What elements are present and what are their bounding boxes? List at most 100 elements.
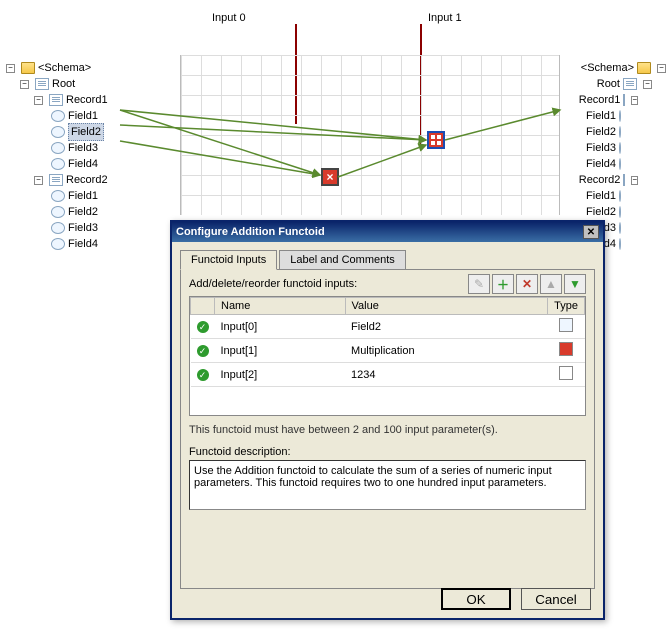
dialog-tabs: Functoid Inputs Label and Comments (180, 250, 595, 269)
record2-node[interactable]: Record2 (66, 172, 108, 188)
description-text: Use the Addition functoid to calculate t… (194, 465, 552, 489)
field-node[interactable]: Field4 (68, 236, 98, 252)
field-icon (619, 110, 621, 122)
field-node[interactable]: Field1 (68, 188, 98, 204)
field-node[interactable]: Field1 (68, 108, 98, 124)
record-icon (49, 94, 63, 106)
record1-node[interactable]: Record1 (66, 92, 108, 108)
delete-input-button[interactable]: ✕ (516, 274, 538, 294)
tab-functoid-inputs[interactable]: Functoid Inputs (180, 250, 277, 270)
type-icon (559, 366, 573, 380)
plus-icon (431, 135, 441, 145)
cell-value: Field2 (345, 315, 548, 339)
field-icon (51, 158, 65, 170)
expander-icon[interactable]: − (631, 96, 638, 105)
field-node[interactable]: Field3 (68, 220, 98, 236)
record-icon (623, 78, 637, 90)
source-schema-tree[interactable]: −<Schema> −Root −Record1 Field1 Field2 F… (6, 60, 176, 252)
col-type[interactable]: Type (548, 298, 585, 315)
expander-icon[interactable]: − (631, 176, 638, 185)
folder-icon (637, 62, 651, 74)
move-down-button[interactable]: ▼ (564, 274, 586, 294)
callout-input-1: Input 1 (428, 12, 462, 24)
field-node[interactable]: Field1 (586, 188, 616, 204)
col-name[interactable]: Name (215, 298, 346, 315)
table-row[interactable]: ✓ Input[1] Multiplication (191, 339, 585, 363)
multiplication-functoid[interactable]: × (321, 168, 339, 186)
field-icon (51, 126, 65, 138)
folder-icon (21, 62, 35, 74)
root-node[interactable]: Root (52, 76, 75, 92)
field-node[interactable]: Field3 (586, 140, 616, 156)
inputs-grid[interactable]: Name Value Type ✓ Input[0] Field2 ✓ Inpu… (189, 296, 586, 416)
expander-icon[interactable]: − (643, 80, 652, 89)
description-label: Functoid description: (189, 446, 586, 458)
description-box[interactable]: Use the Addition functoid to calculate t… (189, 460, 586, 510)
field-icon (619, 206, 621, 218)
field-icon (619, 222, 621, 234)
field-icon (619, 126, 621, 138)
field-node[interactable]: Field3 (68, 140, 98, 156)
type-icon (559, 342, 573, 356)
record-icon (49, 174, 63, 186)
field-icon (51, 110, 65, 122)
record-icon (35, 78, 49, 90)
field-icon (51, 206, 65, 218)
field-node-selected[interactable]: Field2 (68, 123, 104, 141)
ok-button[interactable]: OK (441, 588, 511, 610)
type-icon (559, 318, 573, 332)
field-node[interactable]: Field1 (586, 108, 616, 124)
table-row[interactable]: ✓ Input[2] 1234 (191, 363, 585, 387)
tab-label-comments[interactable]: Label and Comments (279, 250, 406, 269)
field-icon (51, 142, 65, 154)
field-icon (51, 238, 65, 250)
cell-value: 1234 (345, 363, 548, 387)
cancel-button[interactable]: Cancel (521, 588, 591, 610)
field-icon (619, 190, 621, 202)
check-icon: ✓ (197, 321, 209, 333)
dialog-title: Configure Addition Functoid (176, 226, 325, 238)
addition-functoid[interactable] (427, 131, 445, 149)
add-input-button[interactable]: ＋ (492, 274, 514, 294)
record2-node[interactable]: Record2 (579, 172, 621, 188)
field-icon (51, 190, 65, 202)
expander-icon[interactable]: − (6, 64, 15, 73)
field-node[interactable]: Field2 (586, 124, 616, 140)
field-node[interactable]: Field4 (68, 156, 98, 172)
field-node[interactable]: Field2 (586, 204, 616, 220)
record-icon (623, 94, 625, 106)
expander-icon[interactable]: − (657, 64, 666, 73)
col-value[interactable]: Value (345, 298, 548, 315)
callout-input-0: Input 0 (212, 12, 246, 24)
schema-node[interactable]: <Schema> (38, 60, 91, 76)
edit-input-button[interactable]: ✎ (468, 274, 490, 294)
field-icon (619, 238, 621, 250)
table-row[interactable]: ✓ Input[0] Field2 (191, 315, 585, 339)
mapper-grid-canvas[interactable]: × (180, 55, 560, 215)
cell-name: Input[0] (215, 315, 346, 339)
field-icon (51, 222, 65, 234)
cell-value: Multiplication (345, 339, 548, 363)
field-icon (619, 142, 621, 154)
record-icon (623, 174, 625, 186)
schema-node[interactable]: <Schema> (581, 60, 634, 76)
expander-icon[interactable]: − (34, 96, 43, 105)
configure-functoid-dialog: Configure Addition Functoid ✕ Functoid I… (170, 220, 605, 620)
cell-name: Input[2] (215, 363, 346, 387)
expander-icon[interactable]: − (20, 80, 29, 89)
field-icon (619, 158, 621, 170)
close-button[interactable]: ✕ (583, 225, 599, 239)
check-icon: ✓ (197, 369, 209, 381)
param-range-note: This functoid must have between 2 and 10… (189, 424, 586, 436)
dialog-titlebar[interactable]: Configure Addition Functoid ✕ (172, 222, 603, 242)
check-icon: ✓ (197, 345, 209, 357)
root-node[interactable]: Root (597, 76, 620, 92)
field-node[interactable]: Field4 (586, 156, 616, 172)
record1-node[interactable]: Record1 (579, 92, 621, 108)
inputs-toolbar: ✎ ＋ ✕ ▲ ▼ (468, 274, 586, 294)
expander-icon[interactable]: − (34, 176, 43, 185)
tab-panel: ✎ ＋ ✕ ▲ ▼ Add/delete/reorder functoid in… (180, 269, 595, 589)
field-node[interactable]: Field2 (68, 204, 98, 220)
move-up-button[interactable]: ▲ (540, 274, 562, 294)
cell-name: Input[1] (215, 339, 346, 363)
